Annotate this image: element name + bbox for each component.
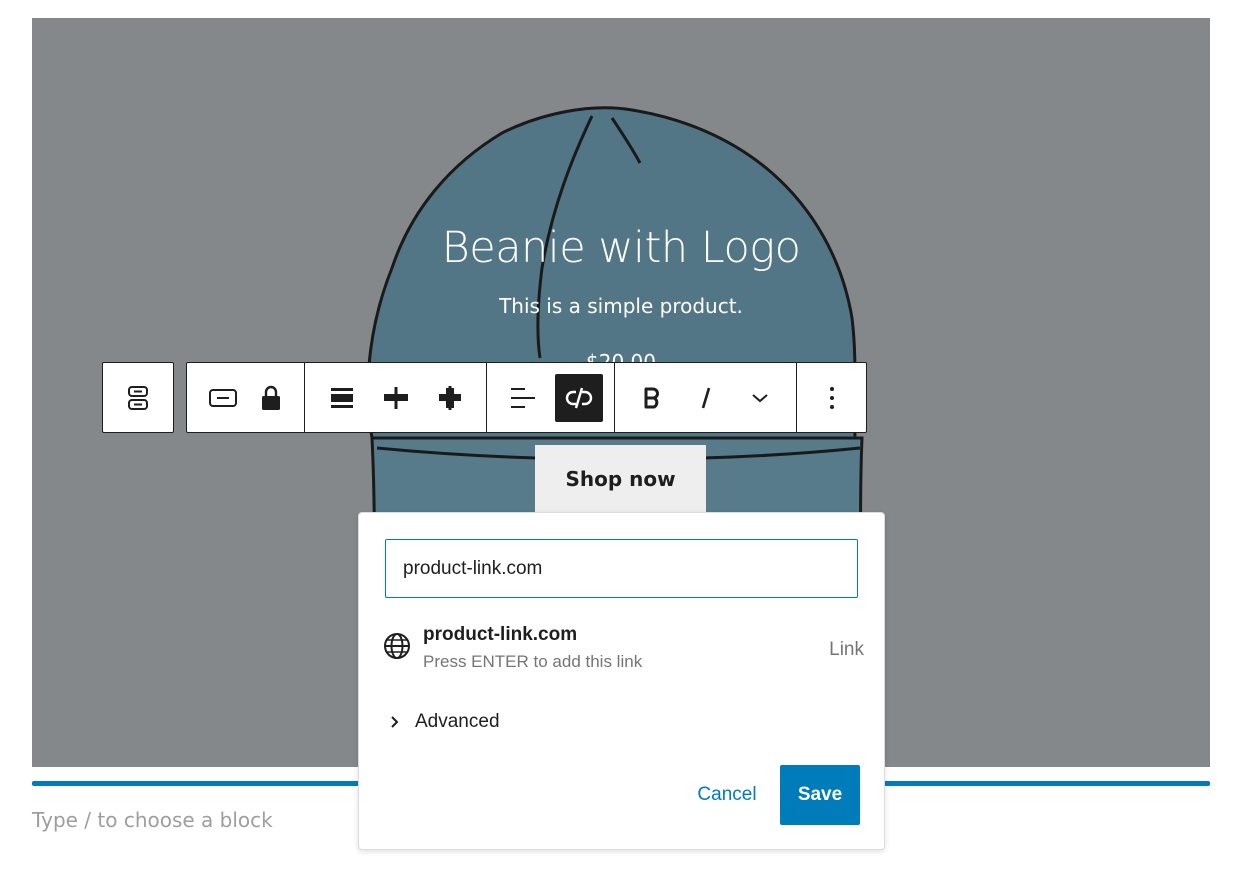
unlink-icon [565,387,592,408]
unlink-button[interactable] [554,373,603,422]
shop-now-button[interactable]: Shop now [535,445,706,513]
justify-center-icon [383,386,408,409]
justify-center-button[interactable] [372,374,420,422]
advanced-label: Advanced [415,711,500,732]
options-button[interactable] [808,374,856,422]
more-formats-button[interactable] [736,374,784,422]
select-parent-button[interactable] [102,362,174,433]
product-title[interactable]: Beanie with Logo [32,223,1210,273]
url-input[interactable] [385,539,858,598]
justify-top-icon [330,387,353,408]
advanced-toggle[interactable]: Advanced [389,711,500,733]
justify-stretch-icon [438,385,461,410]
globe-icon [384,633,410,659]
justify-stretch-button[interactable] [426,374,474,422]
italic-icon [701,387,710,408]
toolbar-group-align-link [487,363,615,432]
toolbar-group-options [797,363,866,432]
cancel-button[interactable]: Cancel [686,765,768,825]
toolbar-group-format [615,363,797,432]
suggestion-hint: Press ENTER to add this link [423,652,643,671]
block-appender[interactable]: Type / to choose a block [32,808,273,832]
align-button[interactable] [499,374,547,422]
bold-button[interactable] [628,374,676,422]
suggestion-type: Link [829,639,864,660]
button-block-type[interactable] [199,374,247,422]
toolbar-group-justify [305,363,487,432]
link-suggestion[interactable]: product-link.com Press ENTER to add this… [383,621,864,673]
more-options-icon [829,386,834,409]
italic-button[interactable] [682,374,730,422]
stack-icon [128,385,148,410]
lock-button[interactable] [247,374,295,422]
suggestion-title: product-link.com [423,624,578,645]
justify-top-button[interactable] [318,374,366,422]
bold-icon [644,387,659,408]
link-control-popover: product-link.com Press ENTER to add this… [358,512,885,850]
toolbar-group-block [187,363,305,432]
button-icon [209,388,237,407]
product-description[interactable]: This is a simple product. [32,294,1210,318]
align-left-icon [510,387,535,408]
chevron-down-icon [751,393,768,402]
save-button[interactable]: Save [780,765,860,825]
lock-icon [262,385,280,410]
block-toolbar [186,362,867,433]
chevron-right-icon [391,716,399,728]
